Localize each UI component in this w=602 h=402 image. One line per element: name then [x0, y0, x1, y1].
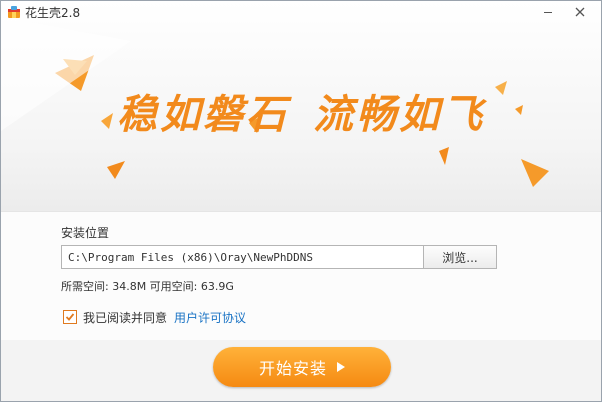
window-title: 花生壳2.8 [25, 6, 81, 20]
decor-shard [521, 159, 549, 187]
minimize-button[interactable] [533, 1, 563, 23]
agree-text: 我已阅读并同意 [83, 311, 168, 325]
install-path-input[interactable] [61, 245, 425, 269]
start-install-label: 开始安装 [258, 359, 327, 378]
start-install-button[interactable]: 开始安装 [213, 347, 391, 387]
title-bar: 花生壳2.8 [1, 1, 601, 25]
install-options: 安装位置 浏览... 所需空间: 34.8M 可用空间: 63.9G 我已阅读并… [1, 211, 601, 341]
play-icon [337, 362, 345, 372]
install-location-label: 安装位置 [61, 226, 110, 240]
footer: 开始安装 [1, 340, 601, 401]
app-logo-icon [8, 6, 20, 18]
minimize-icon [544, 12, 552, 13]
installer-window: 稳如磐石流畅如飞 花生壳2.8 安装位置 浏览... 所需空间: 34.8M 可… [0, 0, 602, 402]
slogan: 稳如磐石 流畅如飞 [1, 89, 601, 141]
banner: 稳如磐石 流畅如飞 [1, 1, 601, 211]
disk-space-info: 所需空间: 34.8M 可用空间: 63.9G [61, 280, 234, 293]
close-button[interactable] [565, 1, 595, 23]
agree-checkbox[interactable] [63, 310, 77, 324]
decor-shard [107, 161, 125, 179]
browse-button[interactable]: 浏览... [423, 245, 497, 269]
decor-shard [439, 147, 449, 165]
license-link[interactable]: 用户许可协议 [174, 309, 246, 326]
checkmark-icon [65, 313, 75, 321]
close-icon [575, 7, 585, 17]
slogan-part1: 稳如磐石 [117, 92, 289, 138]
slogan-part2: 流畅如飞 [313, 92, 485, 138]
